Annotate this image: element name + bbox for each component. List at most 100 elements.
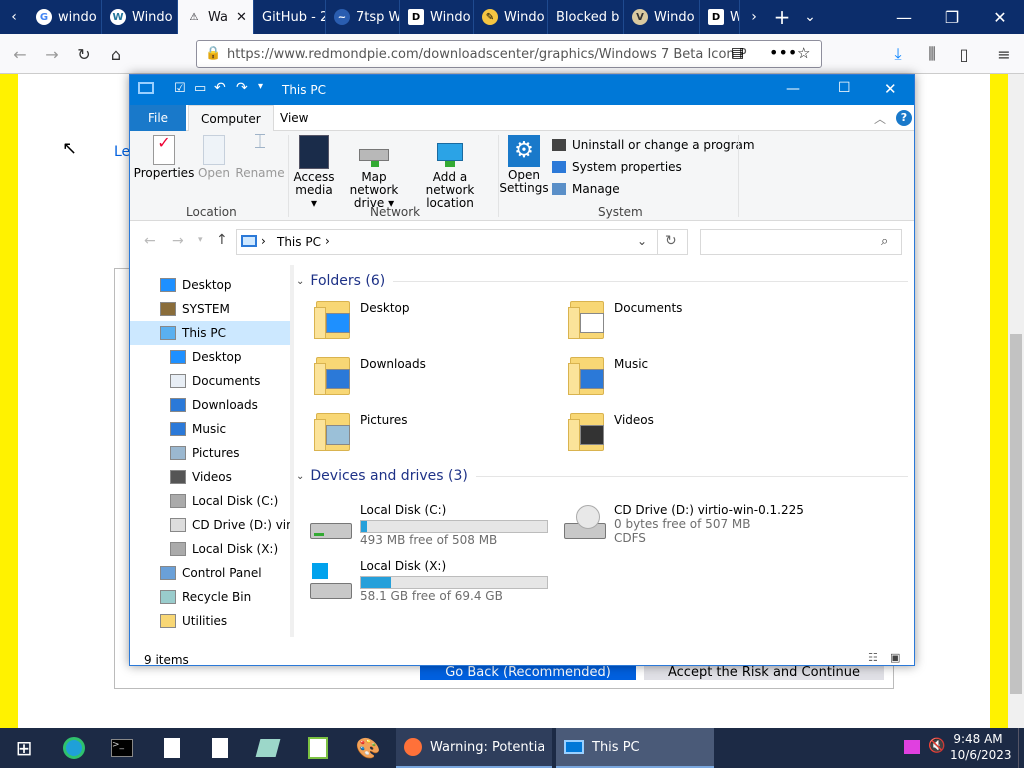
drive-item-x[interactable]: Local Disk (X:) 58.1 GB free of 69.4 GB	[308, 559, 548, 605]
browser-tab-active[interactable]: ⚠ Wa ✕	[178, 0, 254, 34]
close-icon[interactable]: ✕	[884, 80, 897, 98]
reader-view-icon[interactable]: ▤	[731, 45, 744, 61]
redo-icon[interactable]: ↷	[236, 80, 248, 96]
collapse-chevron-icon[interactable]: ⌄	[296, 471, 304, 482]
reload-icon[interactable]: ↻	[72, 42, 96, 66]
forward-arrow-icon[interactable]: →	[172, 233, 184, 249]
bookmark-star-icon[interactable]: ☆	[797, 44, 810, 62]
url-text[interactable]: https://www.redmondpie.com/downloadscent…	[227, 47, 747, 62]
address-dropdown-icon[interactable]: ⌄	[637, 234, 647, 248]
nav-item[interactable]: Utilities	[130, 609, 290, 633]
nav-item[interactable]: Local Disk (C:)	[130, 489, 290, 513]
back-icon[interactable]: ←	[8, 42, 32, 66]
file-button[interactable]	[196, 728, 244, 768]
search-input[interactable]: ⌕	[700, 229, 902, 255]
open-button[interactable]: Open	[194, 135, 234, 180]
sidebar-icon[interactable]: ▯	[952, 42, 976, 66]
access-media-button[interactable]: Access media ▾	[293, 135, 335, 210]
tab-file[interactable]: File	[130, 105, 186, 131]
new-folder-qat-icon[interactable]: ▭	[194, 81, 206, 96]
nav-item[interactable]: Desktop	[130, 345, 290, 369]
nav-item[interactable]: Videos	[130, 465, 290, 489]
address-path[interactable]: This PC	[277, 235, 321, 249]
app-button[interactable]	[244, 728, 292, 768]
back-arrow-icon[interactable]: ←	[144, 233, 156, 249]
menu-icon[interactable]: ≡	[992, 42, 1016, 66]
chart-app-button[interactable]	[294, 728, 342, 768]
maximize-icon[interactable]: ☐	[838, 80, 851, 96]
tab-computer[interactable]: Computer	[188, 105, 274, 131]
devices-group-header[interactable]: ⌄ Devices and drives (3)	[296, 468, 908, 484]
rename-button[interactable]: ⌶ Rename	[235, 131, 284, 180]
browser-tab[interactable]: Blocked b	[548, 0, 624, 34]
home-icon[interactable]: ⌂	[104, 42, 128, 66]
browser-tab[interactable]: W Windo	[102, 0, 178, 34]
minimize-icon[interactable]: —	[786, 81, 800, 97]
refresh-icon[interactable]: ↻	[665, 233, 677, 249]
drive-item-c[interactable]: Local Disk (C:) 493 MB free of 508 MB	[308, 503, 548, 549]
collapse-ribbon-icon[interactable]: ︿	[874, 110, 886, 127]
show-desktop-button[interactable]	[1018, 728, 1024, 768]
nav-item[interactable]: Downloads	[130, 393, 290, 417]
page-link[interactable]: Le	[114, 144, 130, 160]
nav-item[interactable]: Pictures	[130, 441, 290, 465]
map-network-drive-button[interactable]: Map network drive ▾	[338, 135, 410, 210]
edge-button[interactable]	[50, 728, 98, 768]
open-settings-button[interactable]: ⚙ Open Settings	[499, 135, 549, 195]
browser-tab[interactable]: ~7tsp W	[326, 0, 400, 34]
nav-item[interactable]: Recycle Bin	[130, 585, 290, 609]
browser-tab[interactable]: Gwindo	[28, 0, 102, 34]
system-properties-button[interactable]: System properties	[552, 160, 682, 174]
taskbar-window-explorer[interactable]: This PC	[556, 728, 714, 768]
restore-icon[interactable]: ❐	[928, 0, 976, 34]
nav-item[interactable]: Control Panel	[130, 561, 290, 585]
tab-scroll-left-icon[interactable]: ‹	[0, 0, 28, 34]
page-actions-icon[interactable]: •••	[769, 43, 797, 62]
nav-item[interactable]: Local Disk (X:)	[130, 537, 290, 561]
browser-tab[interactable]: GitHub - 2	[254, 0, 326, 34]
browser-tab[interactable]: D Windo	[400, 0, 474, 34]
folder-item[interactable]: Documents	[568, 297, 682, 341]
downloads-icon[interactable]: ⤓	[886, 42, 910, 66]
terminal-button[interactable]: >_	[98, 728, 146, 768]
nav-item[interactable]: This PC	[130, 321, 290, 345]
customize-qat-icon[interactable]: ▾	[258, 81, 263, 92]
tab-scroll-right-icon[interactable]: ›	[740, 0, 768, 34]
nav-item[interactable]: CD Drive (D:) virtic	[130, 513, 290, 537]
display-icon[interactable]	[904, 740, 920, 754]
address-bar[interactable]: › This PC › ⌄ ↻	[236, 229, 688, 255]
forward-icon[interactable]: →	[40, 42, 64, 66]
new-tab-icon[interactable]: +	[768, 0, 796, 34]
collapse-chevron-icon[interactable]: ⌄	[296, 276, 304, 287]
close-tab-icon[interactable]: ✕	[236, 10, 247, 25]
clock[interactable]: 9:48 AM 10/6/2023	[950, 731, 1012, 763]
minimize-icon[interactable]: —	[880, 0, 928, 34]
undo-icon[interactable]: ↶	[214, 80, 226, 96]
start-button[interactable]: ⊞	[0, 728, 48, 768]
volume-muted-icon[interactable]: 🔇	[928, 738, 945, 754]
taskbar-window-firefox[interactable]: Warning: Potential ...	[396, 728, 552, 768]
nav-item[interactable]: Documents	[130, 369, 290, 393]
properties-button[interactable]: ✓ Properties	[134, 135, 195, 180]
notepad-button[interactable]	[148, 728, 196, 768]
library-icon[interactable]: ⫼	[920, 42, 944, 66]
paint-button[interactable]: 🎨	[344, 728, 392, 768]
up-arrow-icon[interactable]: ↑	[216, 232, 228, 248]
recent-locations-icon[interactable]: ▾	[198, 235, 203, 245]
properties-qat-icon[interactable]: ☑	[174, 81, 186, 96]
close-icon[interactable]: ✕	[976, 0, 1024, 34]
large-icons-view-icon[interactable]: ▣	[890, 651, 900, 664]
url-bar[interactable]: 🔒 https://www.redmondpie.com/downloadsce…	[196, 40, 822, 68]
folders-group-header[interactable]: ⌄ Folders (6)	[296, 273, 908, 289]
add-network-location-button[interactable]: Add a network location	[412, 135, 488, 210]
folder-item[interactable]: Desktop	[314, 297, 410, 341]
help-icon[interactable]: ?	[896, 110, 912, 126]
nav-item[interactable]: SYSTEM	[130, 297, 290, 321]
browser-tab[interactable]: DW	[700, 0, 740, 34]
uninstall-program-button[interactable]: Uninstall or change a program	[552, 138, 755, 152]
tab-list-icon[interactable]: ⌄	[796, 0, 824, 34]
manage-button[interactable]: Manage	[552, 182, 620, 196]
folder-item[interactable]: Music	[568, 353, 648, 397]
details-view-icon[interactable]: ☷	[868, 651, 878, 664]
tab-view[interactable]: View	[268, 105, 320, 131]
